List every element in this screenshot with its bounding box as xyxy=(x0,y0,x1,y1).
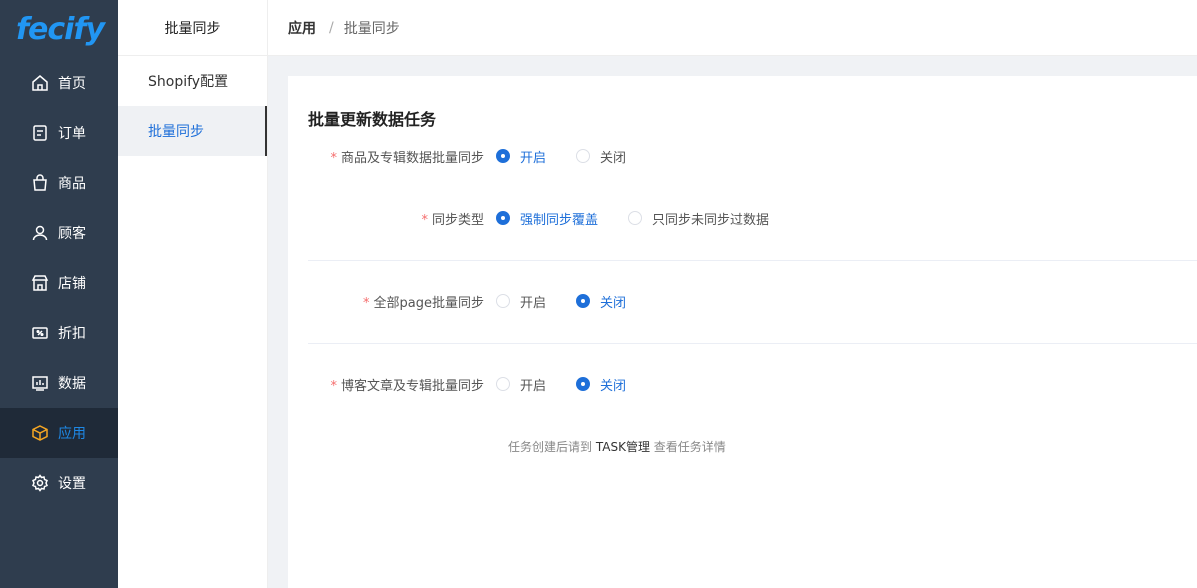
radio-dot xyxy=(496,377,510,391)
radio-product-sync-on[interactable]: 开启 xyxy=(496,147,546,166)
nav-item-apps[interactable]: 应用 xyxy=(0,408,118,458)
nav-label: 设置 xyxy=(58,476,86,492)
breadcrumb-current: 批量同步 xyxy=(343,20,400,37)
subnav-item-batch-sync[interactable]: 批量同步 xyxy=(118,106,267,156)
bag-icon xyxy=(31,174,49,192)
nav-label: 折扣 xyxy=(58,326,86,342)
nav-item-products[interactable]: 商品 xyxy=(0,158,118,208)
subnav-item-shopify-config[interactable]: Shopify配置 xyxy=(118,56,267,106)
required-mark: * xyxy=(330,378,337,394)
field-label: 同步类型 xyxy=(431,212,484,228)
breadcrumb: 应用 / 批量同步 xyxy=(268,0,1197,56)
required-mark: * xyxy=(363,295,370,311)
field-label: 全部page批量同步 xyxy=(373,295,484,311)
radio-dot xyxy=(496,149,510,163)
store-icon xyxy=(31,274,49,292)
home-icon xyxy=(31,74,49,92)
user-icon xyxy=(31,224,49,242)
logo[interactable]: fecify xyxy=(0,0,118,58)
radio-dot xyxy=(628,211,643,225)
field-label: 博客文章及专辑批量同步 xyxy=(340,378,484,394)
radio-dot xyxy=(576,377,591,391)
gear-icon xyxy=(31,474,49,492)
nav-label: 顾客 xyxy=(58,226,86,242)
radio-page-sync-on[interactable]: 开启 xyxy=(496,292,546,311)
nav-label: 商品 xyxy=(58,176,86,192)
cube-icon xyxy=(31,424,49,442)
form-row-product-sync: * 商品及专辑数据批量同步 开启 关闭 xyxy=(288,146,656,166)
form-row-blog-sync: * 博客文章及专辑批量同步 开启 关闭 xyxy=(288,374,656,394)
nav-label: 应用 xyxy=(58,426,86,442)
logo-text: fecify xyxy=(16,11,105,47)
sub-sidebar: 批量同步 Shopify配置 批量同步 xyxy=(118,0,268,588)
radio-product-sync-off[interactable]: 关闭 xyxy=(576,147,626,166)
form-row-page-sync: * 全部page批量同步 开启 关闭 xyxy=(288,291,656,311)
order-icon xyxy=(31,124,49,142)
divider xyxy=(308,260,1197,261)
nav-label: 数据 xyxy=(58,376,86,392)
radio-blog-sync-on[interactable]: 开启 xyxy=(496,375,546,394)
radio-dot xyxy=(576,294,591,308)
radio-sync-type-force[interactable]: 强制同步覆盖 xyxy=(496,209,598,228)
nav-item-store[interactable]: 店铺 xyxy=(0,258,118,308)
chart-icon xyxy=(31,374,49,392)
nav-label: 首页 xyxy=(58,76,86,92)
breadcrumb-root[interactable]: 应用 xyxy=(288,18,316,38)
radio-blog-sync-off[interactable]: 关闭 xyxy=(576,375,626,394)
nav-item-customers[interactable]: 顾客 xyxy=(0,208,118,258)
nav-item-home[interactable]: 首页 xyxy=(0,58,118,108)
nav-label: 订单 xyxy=(58,126,86,142)
required-mark: * xyxy=(421,212,428,228)
nav-item-settings[interactable]: 设置 xyxy=(0,458,118,508)
field-label: 商品及专辑数据批量同步 xyxy=(340,150,484,166)
card-title: 批量更新数据任务 xyxy=(308,110,437,129)
form-row-sync-type: * 同步类型 强制同步覆盖 只同步未同步过数据 xyxy=(288,208,799,228)
radio-sync-type-unsynced[interactable]: 只同步未同步过数据 xyxy=(628,209,769,228)
nav-label: 店铺 xyxy=(58,276,86,292)
nav-item-data[interactable]: 数据 xyxy=(0,358,118,408)
radio-page-sync-off[interactable]: 关闭 xyxy=(576,292,626,311)
ticket-icon xyxy=(31,324,49,342)
nav-item-orders[interactable]: 订单 xyxy=(0,108,118,158)
divider xyxy=(308,343,1197,344)
task-hint: 任务创建后请到 TASK管理 查看任务详情 xyxy=(508,440,726,454)
sync-task-card: 批量更新数据任务 * 商品及专辑数据批量同步 开启 关闭 * 同步类型 强制同步覆盖… xyxy=(288,76,1197,588)
nav-item-discount[interactable]: 折扣 xyxy=(0,308,118,358)
breadcrumb-separator: / xyxy=(329,19,334,36)
main-sidebar: fecify 首页 订单 商品 顾客 店铺 折扣 数据 应用 设置 xyxy=(0,0,118,588)
subnav-title: 批量同步 xyxy=(118,0,267,56)
radio-dot xyxy=(496,211,510,225)
required-mark: * xyxy=(330,150,337,166)
radio-dot xyxy=(496,294,510,308)
radio-dot xyxy=(576,149,591,163)
task-manage-link[interactable]: TASK管理 xyxy=(596,440,650,454)
